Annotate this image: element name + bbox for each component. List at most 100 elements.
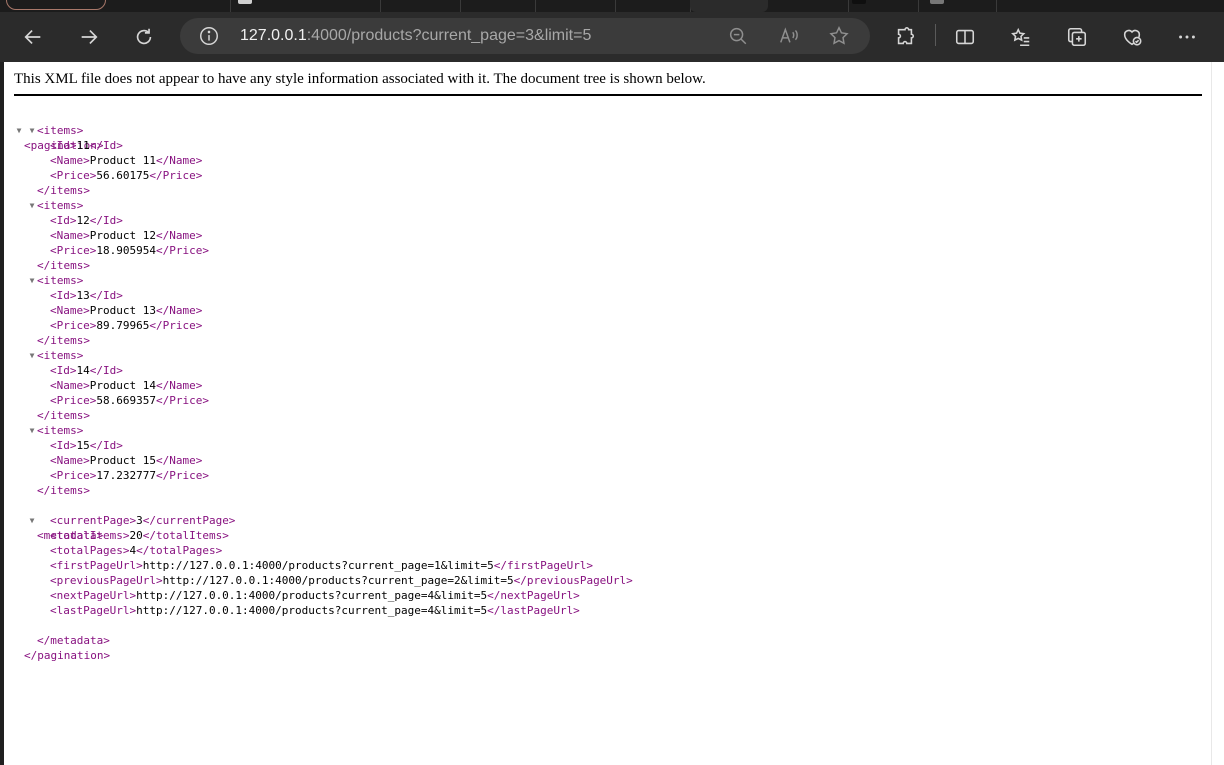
tag-id-open: <Id> <box>50 214 77 227</box>
tag-totalItems-close: </totalItems> <box>142 529 229 542</box>
tag-items-open: <items> <box>37 124 84 137</box>
xml-line-totalItems: <totalItems>20</totalItems> <box>4 528 1204 543</box>
collapse-triangle-icon[interactable]: ▼ <box>27 348 37 363</box>
favorites-list-icon[interactable] <box>1004 20 1038 54</box>
xml-line-id: <Id>12</Id> <box>4 213 1204 228</box>
tag-items-close: </items> <box>37 484 90 497</box>
xml-line-metadata-close: </metadata> <box>4 618 1204 647</box>
tag-items-open: <items> <box>37 349 84 362</box>
xml-line-name: <Name>Product 15</Name> <box>4 453 1204 468</box>
metadata-totalItems-value: 20 <box>129 529 143 542</box>
metadata-list: <currentPage>3</currentPage> <totalItems>… <box>4 513 1204 618</box>
metadata-nextPageUrl-value: http://127.0.0.1:4000/products?current_p… <box>136 589 488 602</box>
tag-id-close: </Id> <box>89 139 123 152</box>
collections-icon[interactable] <box>1060 20 1094 54</box>
item-id-value: 15 <box>76 439 90 452</box>
tag-id-close: </Id> <box>89 439 123 452</box>
tag-nextPageUrl-close: </nextPageUrl> <box>487 589 580 602</box>
tag-price-close: </Price> <box>149 169 203 182</box>
xml-line-currentPage: <currentPage>3</currentPage> <box>4 513 1204 528</box>
xml-line-price: <Price>89.79965</Price> <box>4 318 1204 333</box>
item-name-value: Product 11 <box>89 154 156 167</box>
collapse-triangle-icon[interactable]: ▼ <box>27 423 37 438</box>
forward-icon[interactable] <box>72 20 106 54</box>
tag-id-open: <Id> <box>50 139 77 152</box>
collapse-triangle-icon[interactable]: ▼ <box>27 273 37 288</box>
read-aloud-icon[interactable] <box>778 25 800 47</box>
tag-currentPage-open: <currentPage> <box>50 514 137 527</box>
metadata-lastPageUrl-value: http://127.0.0.1:4000/products?current_p… <box>136 604 488 617</box>
toolbar-divider <box>935 24 936 46</box>
tag-id-open: <Id> <box>50 289 77 302</box>
tag-currentPage-close: </currentPage> <box>142 514 236 527</box>
xml-line-items-close: </items> <box>4 183 1204 198</box>
xml-style-notice: This XML file does not appear to have an… <box>14 70 1202 96</box>
xml-line-name: <Name>Product 13</Name> <box>4 303 1204 318</box>
tab[interactable] <box>768 0 849 12</box>
tag-id-close: </Id> <box>89 214 123 227</box>
more-icon[interactable] <box>1170 20 1204 54</box>
favorite-star-icon[interactable] <box>828 25 850 47</box>
tag-nextPageUrl-open: <nextPageUrl> <box>50 589 137 602</box>
refresh-icon[interactable] <box>127 20 161 54</box>
xml-tree: ▼ <pagination> ▼ <items> <Id>11</Id> <Name>… <box>4 108 1204 662</box>
tab[interactable] <box>615 0 691 12</box>
tab[interactable] <box>918 0 997 12</box>
xml-line-previousPageUrl: <previousPageUrl>http://127.0.0.1:4000/p… <box>4 573 1204 588</box>
back-icon[interactable] <box>16 20 50 54</box>
xml-line-name: <Name>Product 11</Name> <box>4 153 1204 168</box>
item-price-value: 17.232777 <box>96 469 156 482</box>
item-name-value: Product 13 <box>89 304 156 317</box>
xml-line-items-close: </items> <box>4 483 1204 498</box>
tag-price-close: </Price> <box>155 469 209 482</box>
page-content: This XML file does not appear to have an… <box>4 62 1211 765</box>
tag-price-open: <Price> <box>50 169 97 182</box>
xml-line-root-open: ▼ <pagination> <box>4 108 1204 152</box>
tab[interactable] <box>120 0 231 12</box>
extensions-icon[interactable] <box>888 20 922 54</box>
tab[interactable] <box>460 0 536 12</box>
split-screen-icon[interactable] <box>948 20 982 54</box>
item-name-value: Product 12 <box>89 229 156 242</box>
tab[interactable] <box>848 0 919 12</box>
xml-line-name: <Name>Product 12</Name> <box>4 228 1204 243</box>
tag-totalPages-open: <totalPages> <box>50 544 130 557</box>
xml-line-items-close: </items> <box>4 408 1204 423</box>
tag-price-open: <Price> <box>50 244 97 257</box>
tag-items-close: </items> <box>37 184 90 197</box>
zoom-out-icon[interactable] <box>727 25 749 47</box>
xml-line-items-open: ▼ <items> <box>4 348 1204 363</box>
xml-line-metadata-open: ▼ <metadata> <box>4 498 1204 542</box>
tab[interactable] <box>380 0 461 12</box>
collapse-triangle-icon[interactable]: ▼ <box>27 198 37 213</box>
tab[interactable] <box>535 0 616 12</box>
vertical-scrollbar[interactable] <box>1211 62 1224 765</box>
address-bar[interactable]: 127.0.0.1:4000/products?current_page=3&l… <box>180 18 870 54</box>
tag-items-open: <items> <box>37 424 84 437</box>
tag-name-close: </Name> <box>155 304 203 317</box>
tag-previousPageUrl-close: </previousPageUrl> <box>513 574 633 587</box>
url-path: :4000/products?current_page=3&limit=5 <box>306 27 592 44</box>
profile-button[interactable] <box>6 0 106 10</box>
tag-id-open: <Id> <box>50 439 77 452</box>
tag-price-close: </Price> <box>155 394 209 407</box>
tag-name-close: </Name> <box>155 379 203 392</box>
tag-firstPageUrl-close: </firstPageUrl> <box>493 559 594 572</box>
url-host: 127.0.0.1 <box>240 27 307 44</box>
tab[interactable] <box>230 0 381 12</box>
xml-line-id: <Id>14</Id> <box>4 363 1204 378</box>
tag-previousPageUrl-open: <previousPageUrl> <box>50 574 163 587</box>
item-price-value: 56.60175 <box>96 169 150 182</box>
info-icon[interactable] <box>198 25 220 47</box>
browser-essentials-icon[interactable] <box>1115 20 1149 54</box>
active-tab[interactable] <box>690 0 768 12</box>
tag-totalItems-open: <totalItems> <box>50 529 130 542</box>
collapse-triangle-icon[interactable]: ▼ <box>27 123 37 138</box>
tab-favicon-icon <box>238 0 252 4</box>
item-name-value: Product 14 <box>89 379 156 392</box>
item-name-value: Product 15 <box>89 454 156 467</box>
xml-line-price: <Price>17.232777</Price> <box>4 468 1204 483</box>
url-text[interactable]: 127.0.0.1:4000/products?current_page=3&l… <box>240 26 591 46</box>
tag-name-open: <Name> <box>50 229 90 242</box>
browser-toolbar: 127.0.0.1:4000/products?current_page=3&l… <box>0 12 1224 62</box>
